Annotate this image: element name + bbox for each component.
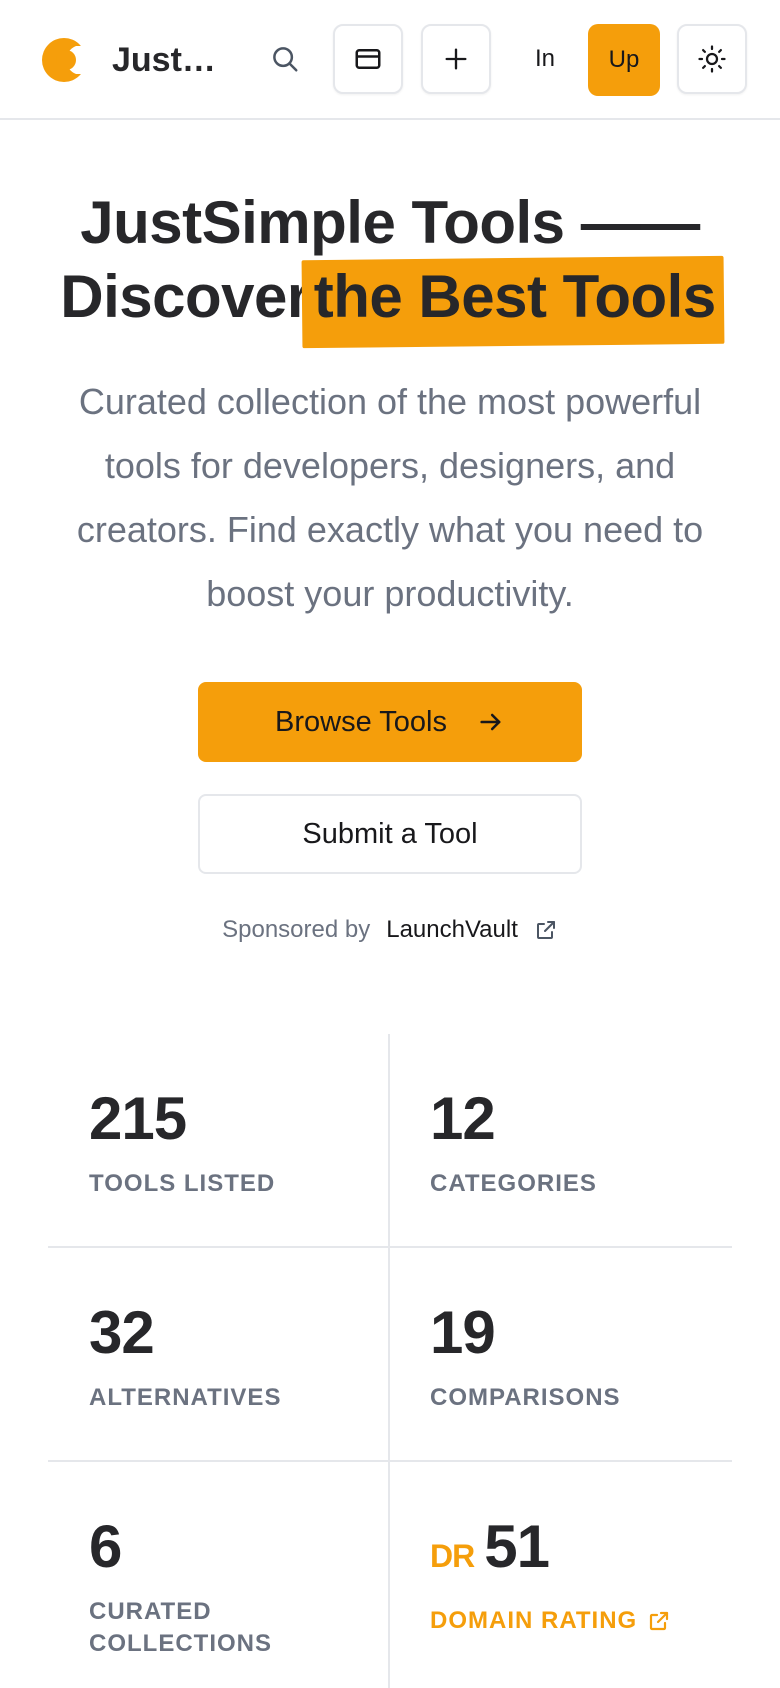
card-icon xyxy=(355,49,381,69)
stat-value-wrapper: DR 51 xyxy=(430,1512,671,1591)
stat-curated-collections: 6 CURATED COLLECTIONS xyxy=(89,1512,272,1660)
browse-tools-label: Browse Tools xyxy=(275,705,447,738)
search-button[interactable] xyxy=(262,36,308,82)
hero-title-highlight: the Best Tools xyxy=(301,255,725,349)
card-button[interactable] xyxy=(333,24,403,94)
hero-title: JustSimple Tools —— Discover the Best Too… xyxy=(0,186,780,349)
stat-value: 6 xyxy=(89,1513,122,1580)
stats-grid: 215 TOOLS LISTED 12 CATEGORIES 32 ALTERN… xyxy=(48,1034,732,1688)
hero-title-line1: JustSimple Tools —— xyxy=(80,189,700,256)
sponsor-line: Sponsored by LaunchVault xyxy=(0,912,780,948)
stat-value: 19 xyxy=(430,1299,496,1366)
theme-toggle-button[interactable] xyxy=(677,24,747,94)
sign-up-button[interactable]: Up xyxy=(588,24,660,96)
hero-title-line2: Discover the Best Tools xyxy=(0,255,780,349)
stat-label: CURATED COLLECTIONS xyxy=(89,1596,272,1660)
logo-icon[interactable] xyxy=(40,36,88,84)
hero-subtitle: Curated collection of the most powerful … xyxy=(76,381,704,614)
external-link-icon xyxy=(650,1611,669,1631)
sponsor-prefix: Sponsored by xyxy=(222,916,371,943)
stat-label-line1: CURATED xyxy=(89,1598,212,1625)
stat-tools-listed: 215 TOOLS LISTED xyxy=(89,1084,275,1200)
stat-comparisons: 19 COMPARISONS xyxy=(430,1298,621,1414)
submit-tool-button[interactable]: Submit a Tool xyxy=(198,794,582,874)
dr-prefix: DR xyxy=(430,1538,475,1574)
browse-tools-button[interactable]: Browse Tools xyxy=(198,682,582,762)
stats-divider-horizontal xyxy=(48,1246,732,1248)
stat-categories: 12 CATEGORIES xyxy=(430,1084,597,1200)
search-icon xyxy=(273,47,298,72)
stat-label: DOMAIN RATING xyxy=(430,1607,638,1634)
stat-label: ALTERNATIVES xyxy=(89,1384,282,1411)
stat-value: 51 xyxy=(484,1513,550,1580)
stat-value: 32 xyxy=(89,1299,155,1366)
sign-in-button[interactable]: In xyxy=(510,24,580,94)
arrow-right-icon xyxy=(480,713,501,731)
hero-title-highlight-text: the Best Tools xyxy=(313,263,716,330)
stat-value: 215 xyxy=(89,1085,187,1152)
stats-divider-vertical xyxy=(388,1034,390,1688)
stat-label: TOOLS LISTED xyxy=(89,1170,276,1197)
submit-tool-label: Submit a Tool xyxy=(302,817,478,850)
domain-rating-link[interactable]: DOMAIN RATING xyxy=(430,1605,671,1637)
stat-label: CATEGORIES xyxy=(430,1170,597,1197)
stat-alternatives: 32 ALTERNATIVES xyxy=(89,1298,281,1414)
hero-title-discover: Discover xyxy=(60,263,310,330)
stats-divider-horizontal xyxy=(48,1460,732,1462)
stat-label: COMPARISONS xyxy=(430,1384,621,1411)
sun-icon xyxy=(698,45,726,73)
sponsor-link[interactable]: LaunchVault xyxy=(386,916,518,944)
top-header: Just… In Up xyxy=(0,0,780,120)
stat-value: 12 xyxy=(430,1085,496,1152)
stat-label-line2: COLLECTIONS xyxy=(89,1630,272,1657)
stat-domain-rating[interactable]: DR 51 DOMAIN RATING xyxy=(430,1512,671,1637)
plus-icon xyxy=(445,48,467,70)
brand-name[interactable]: Just… xyxy=(112,38,216,82)
external-link-icon[interactable] xyxy=(534,918,558,942)
add-tool-button[interactable] xyxy=(421,24,491,94)
